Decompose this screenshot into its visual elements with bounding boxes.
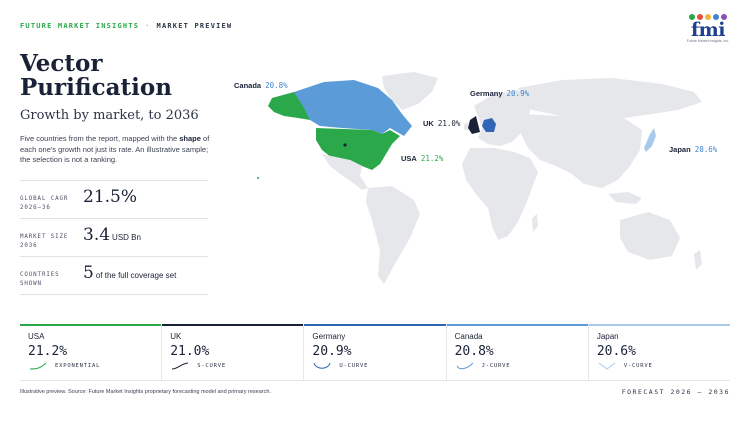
card-value: 20.9%: [312, 344, 352, 359]
map-label-country: UK: [423, 119, 434, 128]
new-zealand-shape: [694, 250, 702, 270]
stat-market-size: MARKET SIZE 2036 3.4 USD Bn: [20, 218, 208, 256]
map-label-germany[interactable]: Germany 20.9%: [470, 89, 529, 98]
header-separator: ·: [145, 22, 151, 30]
card-accent-bar: [588, 324, 731, 326]
stat-unit: of the full coverage set: [95, 271, 177, 280]
source-note: Illustrative preview. Source: Future Mar…: [20, 389, 271, 395]
indonesia-shape: [608, 192, 642, 204]
map-label-value: 20.8%: [265, 81, 288, 90]
card-accent-bar: [162, 324, 304, 326]
section-name: MARKET PREVIEW: [156, 22, 233, 30]
exponential-curve-icon: [29, 362, 47, 370]
card-shape: EXPONENTIAL: [29, 362, 100, 370]
stat-number: 5: [83, 263, 94, 283]
card-usa[interactable]: USA 21.2% EXPONENTIAL: [20, 324, 162, 380]
map-label-country: Japan: [669, 145, 691, 154]
s-curve-icon: [172, 362, 189, 370]
stat-value: 5 of the full coverage set: [83, 263, 176, 283]
map-label-country: Germany: [470, 89, 503, 98]
stats-panel: GLOBAL CAGR 2026–36 21.5% MARKET SIZE 20…: [20, 180, 208, 295]
brand-name: FUTURE MARKET INSIGHTS: [20, 22, 140, 30]
j-curve-icon: [456, 362, 473, 370]
card-shape-label: S-CURVE: [197, 363, 226, 369]
page-title: Vector Purification: [20, 50, 172, 101]
ireland-shape: [464, 122, 468, 130]
map-label-canada[interactable]: Canada 20.8%: [234, 81, 288, 90]
country-cards: USA 21.2% EXPONENTIAL UK 21.0% S-CURVE G…: [20, 324, 731, 381]
stat-value: 3.4 USD Bn: [83, 225, 141, 245]
logo-wordmark: fmi: [691, 19, 726, 41]
map-label-value: 21.0%: [437, 119, 461, 128]
map-label-uk[interactable]: UK 21.0%: [423, 119, 460, 128]
card-shape-label: U-CURVE: [339, 363, 369, 369]
africa-shape: [462, 148, 538, 240]
map-label-japan[interactable]: Japan 20.6%: [669, 145, 717, 154]
australia-shape: [620, 212, 680, 260]
card-shape-label: V-CURVE: [623, 363, 653, 369]
card-canada[interactable]: Canada 20.8% J-CURVE: [445, 324, 588, 380]
forecast-range: FORECAST 2026 – 2036: [621, 388, 730, 396]
description-emphasis: shape: [179, 134, 201, 143]
world-map: Canada 20.8% Germany 20.9% UK 21.0% USA 21.2…: [232, 70, 732, 310]
stat-label: MARKET SIZE 2036: [20, 234, 69, 249]
stats-divider: [20, 294, 208, 295]
card-value: 20.6%: [596, 344, 636, 359]
fmi-logo[interactable]: fmi Future Market Insights, Inc.: [686, 14, 730, 43]
south-america-shape: [366, 186, 420, 284]
card-shape-label: EXPONENTIAL: [55, 363, 101, 369]
madagascar-shape: [532, 214, 538, 232]
hawaii-marker: [257, 177, 259, 179]
russia-shape: [518, 78, 702, 120]
map-label-value: 20.9%: [506, 89, 530, 98]
card-country: Canada: [454, 332, 483, 341]
map-label-country: USA: [401, 154, 417, 163]
card-accent-bar: [446, 324, 588, 326]
card-japan[interactable]: Japan 20.6% V-CURVE: [587, 324, 731, 380]
stat-global-cagr: GLOBAL CAGR 2026–36 21.5%: [20, 180, 208, 218]
card-shape: V-CURVE: [598, 362, 653, 370]
card-country: USA: [28, 332, 45, 341]
card-accent-bar: [304, 324, 446, 326]
u-curve-icon: [313, 362, 331, 369]
card-shape: S-CURVE: [171, 362, 226, 370]
header: FUTURE MARKET INSIGHTS · MARKET PREVIEW: [20, 22, 232, 30]
map-label-value: 20.6%: [694, 145, 718, 154]
card-uk[interactable]: UK 21.0% S-CURVE: [161, 324, 304, 380]
world-map-svg: [257, 72, 702, 284]
description-text: Five countries from the report, mapped w…: [20, 134, 180, 143]
card-country: Japan: [596, 332, 619, 341]
asia-shape: [520, 114, 642, 188]
map-label-usa[interactable]: USA 21.2%: [401, 154, 443, 163]
description: Five countries from the report, mapped w…: [20, 134, 210, 166]
map-label-value: 21.2%: [420, 154, 444, 163]
stat-value: 21.5%: [83, 187, 137, 207]
page-subtitle: Growth by market, to 2036: [20, 108, 199, 123]
card-shape-label: J-CURVE: [481, 363, 511, 369]
map-label-country: Canada: [234, 81, 262, 90]
stat-label: COUNTRIES SHOWN: [20, 272, 60, 287]
stat-number: 3.4: [83, 225, 111, 245]
usa-marker[interactable]: [343, 143, 347, 147]
card-germany[interactable]: Germany 20.9% U-CURVE: [303, 324, 446, 380]
stat-unit: USD Bn: [112, 233, 141, 242]
stat-countries: COUNTRIES SHOWN 5 of the full coverage se…: [20, 256, 208, 294]
card-shape: U-CURVE: [313, 362, 368, 370]
stat-number: 21.5%: [83, 187, 138, 207]
v-curve-icon: [598, 362, 616, 370]
card-country: Germany: [312, 332, 346, 341]
card-value: 20.8%: [454, 344, 494, 359]
card-country: UK: [170, 332, 182, 341]
card-value: 21.0%: [170, 344, 210, 359]
stat-label: GLOBAL CAGR 2026–36: [20, 196, 69, 211]
card-shape: J-CURVE: [456, 362, 511, 370]
card-value: 21.2%: [28, 344, 68, 359]
japan-shape[interactable]: [644, 128, 656, 152]
uk-shape[interactable]: [468, 116, 480, 134]
logo-tagline: Future Market Insights, Inc.: [686, 39, 730, 43]
card-accent-bar: [20, 324, 162, 326]
